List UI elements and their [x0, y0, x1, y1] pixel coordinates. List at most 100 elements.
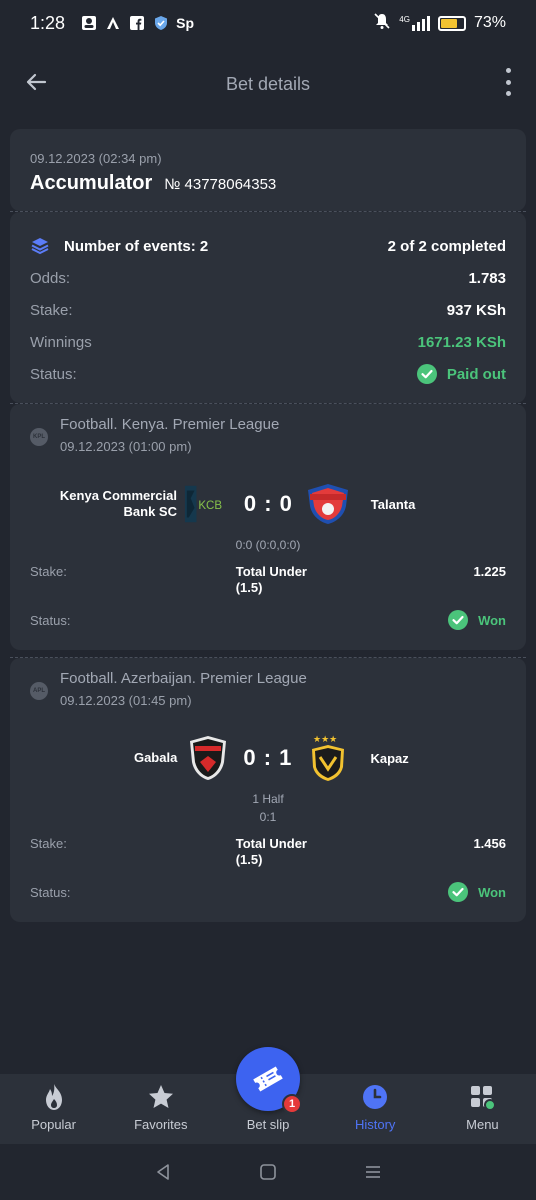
- score: 0 : 1: [243, 745, 293, 770]
- system-back-icon[interactable]: [153, 1162, 173, 1182]
- nav-favorites-label: Favorites: [134, 1117, 188, 1132]
- app-a-icon: [105, 15, 121, 31]
- check-circle-icon: [448, 610, 469, 630]
- page-title: Bet details: [225, 73, 311, 94]
- bet-date: 09.12.2023 (02:34 pm): [30, 151, 162, 166]
- status-value: Won: [478, 612, 506, 628]
- events-count: Number of events: 2: [64, 237, 209, 255]
- event-date: 09.12.2023 (01:00 pm): [60, 439, 192, 454]
- status-bar: 1:28 Sp 4G 73%: [0, 0, 536, 46]
- event-status-row: Status: Won: [30, 882, 506, 902]
- facebook-icon: [129, 15, 145, 31]
- shield-icon: [153, 15, 169, 31]
- stake-label: Stake:: [30, 836, 67, 851]
- match-row: Gabala 0 : 1 ★★★ Kapaz: [30, 734, 506, 782]
- signal-icon: 4G: [399, 15, 430, 31]
- match-period: 1 Half: [252, 792, 284, 806]
- betslip-count-badge: 1: [282, 1094, 302, 1114]
- menu-grid-icon: [471, 1086, 497, 1111]
- completed-count: 2 of 2 completed: [387, 237, 506, 255]
- contact-icon: [81, 15, 97, 31]
- pick-odds: 1.456: [473, 836, 506, 851]
- status-label: Status:: [30, 884, 71, 900]
- arrow-left-icon: [26, 73, 47, 91]
- nav-popular[interactable]: Popular: [0, 1074, 107, 1144]
- odds-row: Odds: 1.783: [30, 262, 506, 294]
- battery-percent: 73%: [473, 14, 506, 31]
- stake-label: Stake:: [30, 564, 67, 579]
- league-icon: KPL: [30, 428, 48, 446]
- bet-details: Number of events: 2 2 of 2 completed Odd…: [10, 212, 526, 403]
- stake-value: 937 KSh: [446, 301, 506, 319]
- pick-row: Stake: Total Under (1.5) 1.225: [30, 564, 506, 596]
- status-value: Won: [478, 884, 506, 900]
- layers-icon: [31, 238, 49, 255]
- system-nav-bar: [0, 1144, 536, 1200]
- ticket-icon: [253, 1066, 283, 1092]
- stake-row: Stake: 937 KSh: [30, 294, 506, 326]
- bet-type: Accumulator: [30, 172, 153, 194]
- away-team: Talanta: [370, 496, 416, 512]
- svg-text:★★★: ★★★: [313, 735, 337, 745]
- star-icon: [148, 1085, 173, 1108]
- back-button[interactable]: [20, 66, 52, 98]
- bet-number: № 43778064353: [164, 176, 277, 193]
- app-header: Bet details: [0, 46, 536, 122]
- nav-favorites[interactable]: Favorites: [107, 1074, 214, 1144]
- kcb-logo-text: KCB: [198, 500, 222, 512]
- event-card[interactable]: APL Football. Azerbaijan. Premier League…: [10, 658, 526, 922]
- league-name: Football. Kenya. Premier League: [60, 416, 280, 433]
- home-team: Gabala: [133, 750, 178, 765]
- status-value: Paid out: [446, 365, 506, 383]
- pick-row: Stake: Total Under (1.5) 1.456: [30, 836, 506, 868]
- winnings-label: Winnings: [30, 333, 92, 351]
- status-label: Status:: [30, 365, 77, 383]
- system-home-icon[interactable]: [258, 1162, 278, 1182]
- notification-icons: Sp: [81, 15, 194, 31]
- odds-label: Odds:: [30, 269, 71, 287]
- mute-icon: [373, 12, 391, 35]
- clock: 1:28: [30, 12, 66, 33]
- winnings-row: Winnings 1671.23 KSh: [30, 326, 506, 358]
- network-type: 4G: [399, 15, 410, 24]
- home-team: Kenya Commercial Bank SC: [59, 488, 177, 519]
- gabala-logo-icon: [183, 733, 232, 783]
- more-options-button[interactable]: [502, 68, 514, 96]
- nav-menu-label: Menu: [466, 1117, 499, 1132]
- event-date: 09.12.2023 (01:45 pm): [60, 693, 192, 708]
- event-status-row: Status: Won: [30, 610, 506, 630]
- kapaz-logo-icon: ★★★: [303, 733, 352, 783]
- bet-summary-header: 09.12.2023 (02:34 pm) Accumulator № 4377…: [10, 129, 526, 211]
- system-indicators: 4G 73%: [373, 12, 506, 35]
- odds-value: 1.783: [468, 269, 506, 287]
- events-row: Number of events: 2 2 of 2 completed: [30, 230, 506, 262]
- kcb-logo-icon: KCB: [183, 479, 233, 529]
- match-row: Kenya Commercial Bank SC KCB 0 : 0 Talan…: [30, 480, 506, 528]
- battery-icon: [437, 15, 466, 31]
- league-icon: APL: [30, 682, 48, 700]
- event-card[interactable]: KPL Football. Kenya. Premier League 09.1…: [10, 404, 526, 650]
- nav-betslip-label: Bet slip: [246, 1117, 290, 1132]
- nav-menu[interactable]: Menu: [429, 1074, 536, 1144]
- pick-odds: 1.225: [473, 564, 506, 579]
- pick: Total Under (1.5): [235, 564, 307, 595]
- system-recents-icon[interactable]: [363, 1162, 383, 1182]
- check-circle-icon: [416, 364, 437, 384]
- score-detail: 0:0 (0:0,0:0): [235, 538, 301, 552]
- winnings-value: 1671.23 KSh: [417, 333, 506, 351]
- nav-popular-label: Popular: [31, 1117, 76, 1132]
- talanta-logo-icon: [304, 479, 353, 529]
- score: 0 : 0: [243, 491, 293, 516]
- league-name: Football. Azerbaijan. Premier League: [60, 670, 307, 687]
- flame-icon: [45, 1084, 62, 1110]
- away-team: Kapaz: [370, 750, 409, 766]
- status-row: Status: Paid out: [30, 358, 506, 390]
- pick: Total Under (1.5): [235, 836, 307, 867]
- nav-history[interactable]: History: [322, 1074, 429, 1144]
- check-circle-icon: [448, 882, 469, 902]
- period-score: 0:1: [259, 810, 277, 824]
- status-label: Status:: [30, 612, 71, 628]
- stake-label: Stake:: [30, 301, 73, 319]
- clock-icon: [363, 1085, 388, 1109]
- nav-history-label: History: [354, 1117, 396, 1132]
